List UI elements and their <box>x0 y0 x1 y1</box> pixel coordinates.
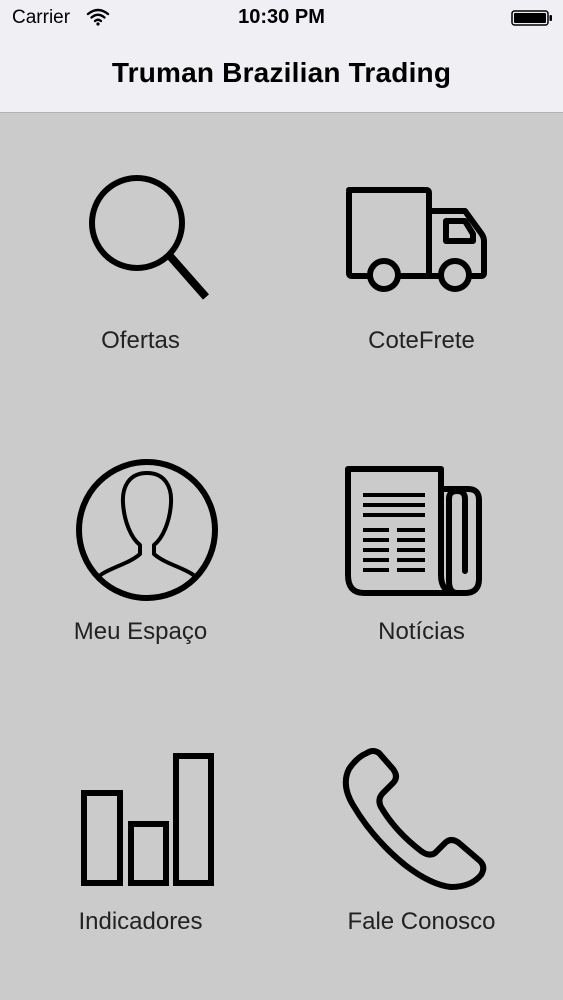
menu-item-label: Ofertas <box>101 327 180 354</box>
newspaper-icon <box>345 466 482 596</box>
status-bar: Carrier 10:30 PM <box>0 0 563 38</box>
menu-item-fale-conosco[interactable]: Fale Conosco <box>281 693 562 983</box>
battery-icon <box>511 10 552 26</box>
truck-icon <box>346 187 487 292</box>
search-icon <box>89 175 210 300</box>
menu-item-label: Meu Espaço <box>73 618 208 645</box>
navigation-bar: Truman Brazilian Trading <box>0 38 563 113</box>
menu-item-label: CoteFrete <box>368 327 475 354</box>
menu-item-noticias[interactable]: Notícias <box>281 403 562 693</box>
phone-icon <box>342 748 487 890</box>
menu-item-meu-espaco[interactable]: Meu Espaço <box>0 403 281 693</box>
menu-item-label: Fale Conosco <box>347 908 496 935</box>
status-time: 10:30 PM <box>238 6 325 28</box>
user-profile-icon <box>76 459 218 601</box>
menu-item-ofertas[interactable]: Ofertas <box>0 113 281 403</box>
menu-grid: Ofertas CoteFrete Meu Espaço Notícias In… <box>0 113 563 1000</box>
menu-item-label: Indicadores <box>78 908 203 935</box>
menu-item-label: Notícias <box>378 618 465 645</box>
menu-item-cotefrete[interactable]: CoteFrete <box>281 113 562 403</box>
bar-chart-icon <box>81 753 214 886</box>
menu-item-indicadores[interactable]: Indicadores <box>0 693 281 983</box>
page-title: Truman Brazilian Trading <box>111 57 452 88</box>
